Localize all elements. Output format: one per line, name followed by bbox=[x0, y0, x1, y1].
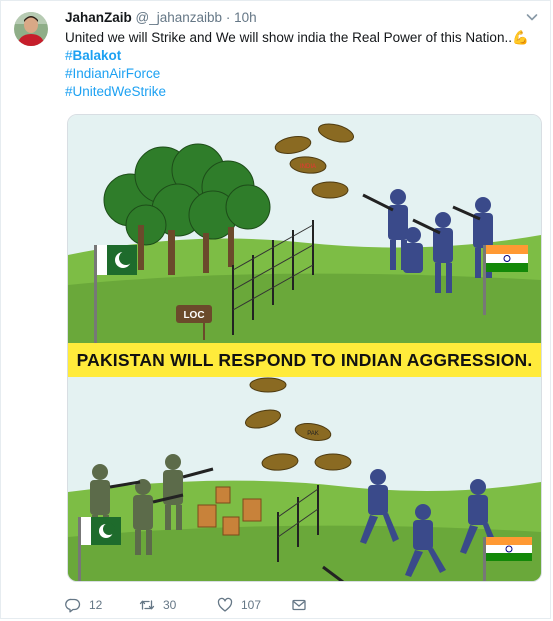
tweet-text: United we will Strike and We will show i… bbox=[65, 29, 529, 101]
cartoon-top-panel: LOC INDIA bbox=[68, 115, 541, 343]
retweet-count: 30 bbox=[163, 598, 177, 612]
shell-label-bottom: PAK bbox=[307, 431, 319, 437]
hashtag-balakot[interactable]: #Balakot bbox=[65, 48, 121, 63]
message-button[interactable] bbox=[291, 597, 307, 613]
retweet-icon bbox=[139, 600, 155, 610]
tweet-image[interactable]: LOC INDIA PAKISTAN WILL RESPOND TO INDIA… bbox=[67, 114, 542, 582]
like-button[interactable]: 107 bbox=[217, 597, 261, 613]
reply-icon bbox=[65, 598, 81, 613]
shell-label-top: INDIA bbox=[300, 164, 316, 170]
cartoon-caption: PAKISTAN WILL RESPOND TO INDIAN AGGRESSI… bbox=[68, 343, 541, 377]
cartoon-bottom-panel: PAK bbox=[68, 377, 541, 581]
chevron-down-icon[interactable] bbox=[525, 10, 539, 24]
hashtag-unitedwestrike[interactable]: #UnitedWeStrike bbox=[65, 84, 166, 99]
tweet-header: JahanZaib @_jahanzaibb · 10h bbox=[65, 10, 257, 25]
retweet-button[interactable]: 30 bbox=[139, 597, 176, 613]
loc-sign: LOC bbox=[183, 310, 204, 321]
tweet-card[interactable]: JahanZaib @_jahanzaibb · 10h United we w… bbox=[0, 0, 551, 619]
separator-dot: · bbox=[225, 10, 231, 25]
like-icon bbox=[217, 597, 233, 612]
tweet-time[interactable]: 10h bbox=[234, 10, 257, 25]
author-name[interactable]: JahanZaib bbox=[65, 10, 132, 25]
reply-button[interactable]: 12 bbox=[65, 597, 102, 613]
like-count: 107 bbox=[241, 598, 262, 612]
avatar[interactable] bbox=[14, 12, 48, 46]
message-icon bbox=[292, 599, 306, 611]
reply-count: 12 bbox=[89, 598, 103, 612]
tweet-body: United we will Strike and We will show i… bbox=[65, 30, 512, 45]
author-handle[interactable]: @_jahanzaibb bbox=[136, 10, 223, 25]
hashtag-indianairforce[interactable]: #IndianAirForce bbox=[65, 66, 160, 81]
muscle-emoji-icon: 💪 bbox=[511, 30, 529, 45]
